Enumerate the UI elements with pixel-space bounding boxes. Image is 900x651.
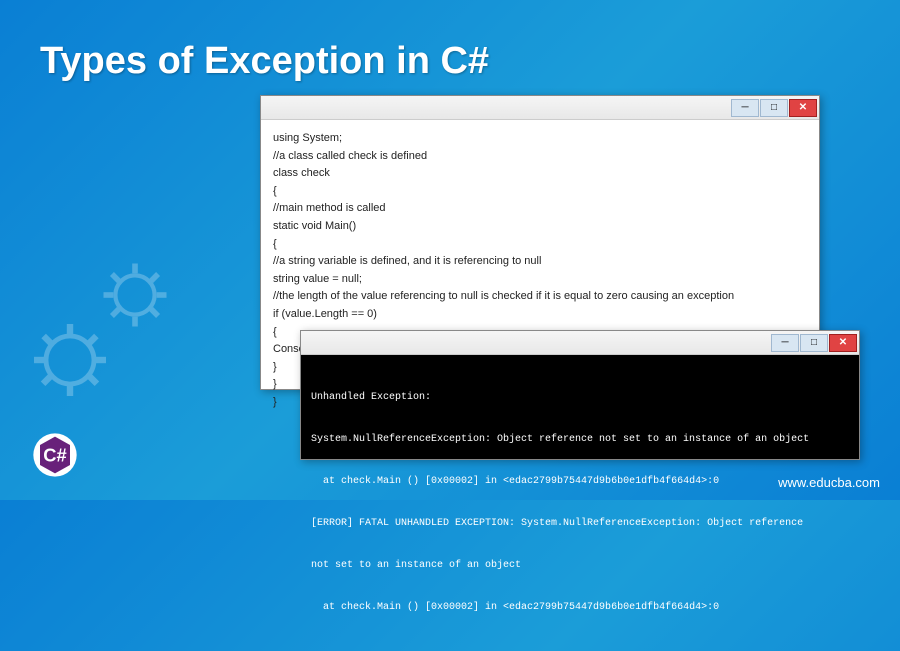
- console-content: Unhandled Exception: System.NullReferenc…: [301, 355, 859, 651]
- window-titlebar: ─ □ ✕: [261, 96, 819, 120]
- maximize-button[interactable]: □: [800, 334, 828, 352]
- window-titlebar: ─ □ ✕: [301, 331, 859, 355]
- code-line: if (value.Length == 0): [273, 306, 807, 324]
- code-line: //main method is called: [273, 200, 807, 218]
- console-line: at check.Main () [0x00002] in <edac2799b…: [311, 475, 849, 489]
- svg-text:C#: C#: [43, 445, 66, 466]
- code-line: //a class called check is defined: [273, 148, 807, 166]
- minimize-button[interactable]: ─: [731, 99, 759, 117]
- console-line: [ERROR] FATAL UNHANDLED EXCEPTION: Syste…: [311, 517, 849, 531]
- console-window: ─ □ ✕ Unhandled Exception: System.NullRe…: [300, 330, 860, 460]
- console-line: System.NullReferenceException: Object re…: [311, 433, 849, 447]
- console-line: at check.Main () [0x00002] in <edac2799b…: [311, 601, 849, 615]
- code-line: using System;: [273, 130, 807, 148]
- close-button[interactable]: ✕: [829, 334, 857, 352]
- close-button[interactable]: ✕: [789, 99, 817, 117]
- code-line: //the length of the value referencing to…: [273, 288, 807, 306]
- code-line: static void Main(): [273, 218, 807, 236]
- gear-icon-1: [30, 320, 110, 400]
- console-line: Unhandled Exception:: [311, 391, 849, 405]
- page-title: Types of Exception in C#: [40, 40, 489, 83]
- csharp-logo: C#: [30, 430, 80, 480]
- maximize-button[interactable]: □: [760, 99, 788, 117]
- minimize-button[interactable]: ─: [771, 334, 799, 352]
- watermark: www.educba.com: [778, 475, 880, 490]
- code-line: {: [273, 236, 807, 254]
- console-line: not set to an instance of an object: [311, 559, 849, 573]
- code-line: string value = null;: [273, 271, 807, 289]
- gear-icon-2: [100, 260, 170, 330]
- code-line: //a string variable is defined, and it i…: [273, 253, 807, 271]
- code-line: {: [273, 183, 807, 201]
- code-line: class check: [273, 165, 807, 183]
